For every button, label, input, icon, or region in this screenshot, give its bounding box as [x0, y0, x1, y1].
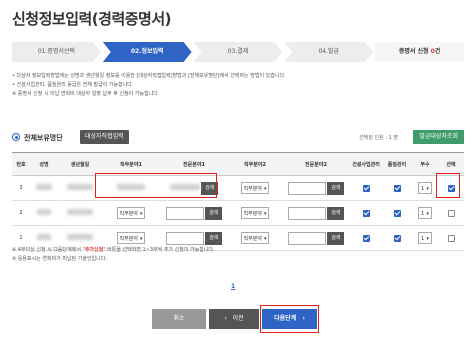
search-button[interactable]: 검색	[205, 206, 223, 220]
copies-value: 1	[421, 236, 425, 242]
direct-input-button[interactable]: 대상자직접입력	[80, 130, 129, 144]
full-list-radio[interactable]	[12, 133, 20, 141]
specialty2-input[interactable]	[287, 181, 326, 195]
specialty2-input[interactable]	[287, 231, 326, 245]
cm-checkbox[interactable]	[362, 209, 370, 217]
copies-select[interactable]: 1 ▾	[418, 182, 432, 194]
highlight-box-select	[436, 173, 460, 198]
table-header-row: 번호 성명 생년월일 직무분야1 전문분야1 직무분야2 전문분야2 건설사업관…	[12, 152, 464, 176]
header-job2: 직무분야2	[228, 152, 282, 176]
copies-select[interactable]: 1 ▾	[418, 232, 432, 244]
blurred-name	[37, 234, 51, 240]
select-checkbox[interactable]	[447, 234, 455, 242]
request-count-prefix: 증명서 신청	[398, 48, 431, 55]
applicant-table: 번호 성명 생년월일 직무분야1 전문분야1 직무분야2 전문분야2 건설사업관…	[12, 152, 464, 251]
qm-checkbox[interactable]	[393, 234, 401, 242]
job1-value: 직무분야	[119, 211, 138, 217]
prev-label: 이전	[232, 315, 244, 322]
next-button[interactable]: 다음단계 ›	[262, 309, 317, 329]
row-no: 3	[12, 175, 30, 201]
step-select-certificate: 01.증명서선택	[12, 42, 101, 62]
blurred-name	[36, 184, 52, 190]
next-label: 다음단계	[274, 315, 297, 322]
chevron-down-icon: ▾	[139, 211, 143, 217]
copies-value: 1	[421, 186, 425, 192]
copies-value: 1	[421, 211, 425, 217]
cancel-button[interactable]: 취소	[152, 309, 206, 329]
chevron-down-icon: ▾	[139, 236, 143, 242]
specialty2-input[interactable]	[287, 206, 326, 220]
search-button[interactable]: 검색	[327, 231, 345, 245]
qm-checkbox[interactable]	[393, 184, 401, 192]
section-title: 전체보유명단	[24, 134, 63, 142]
header-no: 번호	[12, 152, 30, 176]
footnote-text: " 버튼을 선택하면 1~3부씩 추가 신청이 가능합니다.	[103, 247, 215, 253]
chevron-down-icon: ▾	[426, 236, 429, 242]
request-count-badge: 증명서 신청 0건	[375, 42, 464, 62]
search-button[interactable]: 검색	[327, 206, 345, 220]
select-checkbox[interactable]	[447, 209, 455, 217]
qm-checkbox[interactable]	[393, 209, 401, 217]
header-specialty2: 전문분야2	[282, 152, 350, 176]
blurred-name	[37, 209, 51, 215]
job1-value: 직무분야	[119, 236, 138, 242]
blurred-birthdate	[67, 209, 93, 215]
chevron-down-icon: ▾	[263, 211, 267, 217]
highlight-box-specialty1	[95, 173, 217, 198]
progress-steps: 01.증명서선택 02.정보입력 03.결제 04.발급 증명서 신청 0건	[12, 42, 464, 62]
header-name: 성명	[30, 152, 58, 176]
note-line: • 다상자 정보입력방법에는 성명과 생년월일 정보를 이용한 [대상자직접입력…	[12, 73, 286, 79]
blurred-birthdate	[67, 234, 93, 240]
job1-select[interactable]: 직무분야 ▾	[116, 207, 146, 219]
copies-select[interactable]: 1 ▾	[418, 207, 432, 219]
chevron-left-icon: ‹	[224, 315, 227, 322]
header-copies: 부수	[412, 152, 438, 176]
step-enter-info: 02.정보입력	[103, 42, 192, 62]
prev-button[interactable]: ‹ 이전	[209, 309, 259, 329]
table-row: 2 직무분야 ▾ 검색 직무분야 ▾ 검색 1 ▾	[12, 200, 464, 226]
chevron-down-icon: ▾	[263, 236, 267, 242]
chevron-down-icon: ▾	[426, 211, 429, 217]
cm-checkbox[interactable]	[362, 234, 370, 242]
chevron-down-icon: ▾	[426, 186, 429, 192]
footnote-line: ※ 4부이상 신청 시 다음단계에서 "추가신청" 버튼을 선택하면 1~3부씩…	[12, 246, 215, 255]
search-button[interactable]: 검색	[327, 181, 345, 195]
job2-value: 직무분야	[243, 211, 262, 217]
row-no: 2	[12, 200, 30, 226]
header-qm: 품질관리	[382, 152, 412, 176]
job2-select[interactable]: 직무분야 ▾	[240, 182, 270, 194]
job2-select[interactable]: 직무분야 ▾	[240, 207, 270, 219]
step-issue: 04.발급	[284, 42, 373, 62]
header-cm: 건설사업관리	[350, 152, 382, 176]
footnote-line: ※ 응용표시는 연회비가 미납된 기술인입니다.	[12, 256, 107, 262]
job1-select[interactable]: 직무분야 ▾	[116, 232, 146, 244]
step-payment: 03.결제	[194, 42, 283, 62]
footnotes: ※ 4부이상 신청 시 다음단계에서 "추가신청" 버튼을 선택하면 1~3부씩…	[12, 246, 215, 264]
pagination-current[interactable]: 1	[231, 283, 235, 290]
selection-info: 선택된 인원 : 1 명	[359, 135, 398, 141]
note-line: ※ 증명서 신청 시 미납 연회비 대상자 일괄 납부 후 신청이 가능합니다.	[12, 91, 160, 97]
footnote-text: ※ 4부이상 신청 시 다음단계에서 "	[12, 247, 85, 253]
section-header: 전체보유명단 대상자직접입력 선택된 인원 : 1 명 발급대상자조회	[12, 130, 464, 146]
job2-select[interactable]: 직무분야 ▾	[240, 232, 270, 244]
request-count-suffix: 건	[434, 48, 441, 55]
note-line: • 건설사업관리, 품질관리 등급은 전체 발급이 가능합니다.	[12, 82, 134, 88]
chevron-right-icon: ›	[302, 315, 305, 322]
specialty1-input[interactable]	[165, 231, 204, 245]
chevron-down-icon: ▾	[263, 186, 267, 192]
footnote-highlight: 추가신청	[84, 247, 104, 253]
specialty1-input[interactable]	[165, 206, 204, 220]
page-title: 신청정보입력(경력증명서)	[12, 10, 172, 28]
table-row: 3 검색 직무분야 ▾ 검색 1 ▾	[12, 175, 464, 201]
instruction-notes: • 다상자 정보입력방법에는 성명과 생년월일 정보를 이용한 [대상자직접입력…	[12, 72, 286, 99]
job2-value: 직무분야	[243, 186, 262, 192]
blurred-birthdate	[67, 184, 93, 190]
lookup-button[interactable]: 발급대상자조회	[413, 130, 464, 144]
job2-value: 직무분야	[243, 236, 262, 242]
cm-checkbox[interactable]	[362, 184, 370, 192]
search-button[interactable]: 검색	[205, 231, 223, 245]
